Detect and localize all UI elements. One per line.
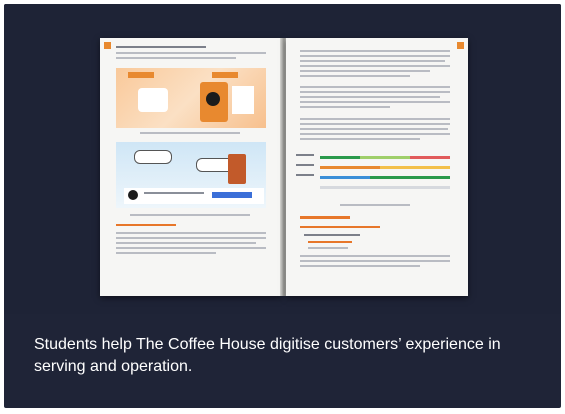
speech-bubble-1 (134, 150, 172, 164)
text-line (300, 65, 450, 67)
section-heading-line (116, 46, 206, 48)
text-line (116, 247, 266, 249)
figure-facebook-post (116, 142, 266, 208)
bullet-line (308, 241, 352, 243)
text-line (300, 55, 450, 57)
text-line (116, 252, 216, 254)
card-caption[interactable]: Students help The Coffee House digitise … (34, 334, 544, 378)
figure-caption-line (340, 204, 410, 206)
report-photo (4, 4, 561, 314)
news-card[interactable]: Students help The Coffee House digitise … (4, 4, 561, 408)
text-line (300, 91, 450, 93)
left-page (100, 38, 282, 296)
text-line (300, 260, 450, 262)
timeline-bar (410, 156, 450, 159)
text-line (300, 60, 445, 62)
text-line (300, 75, 410, 77)
logo-circle-icon (206, 92, 220, 106)
text-line (300, 96, 440, 98)
snack-card (232, 86, 254, 114)
timeline-label (296, 164, 314, 166)
text-line (116, 57, 236, 59)
figure-caption-line (140, 132, 240, 134)
text-line (300, 255, 450, 257)
text-line (300, 128, 448, 130)
subheading-line (116, 224, 176, 226)
timeline-bar (320, 166, 380, 169)
timeline-label (296, 154, 314, 156)
banner-right (212, 72, 238, 78)
text-line (300, 86, 450, 88)
banner-left (128, 72, 154, 78)
avatar (128, 190, 138, 200)
text-line (300, 118, 450, 120)
text-line (116, 232, 266, 234)
text-line (144, 192, 204, 194)
text-line (300, 265, 420, 267)
cup-illustration (228, 154, 246, 184)
right-page (286, 38, 468, 296)
text-line (300, 133, 450, 135)
phone-mockup (138, 88, 168, 112)
implementation-heading-line (300, 216, 350, 219)
page-number-badge-left (104, 42, 111, 49)
timeline-bar (380, 166, 450, 169)
open-report-book (100, 38, 468, 298)
page-number-badge-right (457, 42, 464, 49)
text-line (300, 106, 390, 108)
timeline-bar (320, 176, 370, 179)
text-line (116, 237, 266, 239)
timeline-label (296, 174, 314, 176)
like-button (212, 192, 252, 198)
text-line (300, 101, 450, 103)
figure-caption-line (130, 214, 250, 216)
timeline-bar (320, 186, 450, 189)
phase-heading-line (304, 234, 360, 236)
text-line (116, 242, 256, 244)
text-line (300, 70, 430, 72)
figure-coffee-snacks (116, 68, 266, 128)
timeline-bar (320, 156, 360, 159)
bullet-line (308, 247, 348, 249)
key-issues-heading-line (300, 226, 380, 228)
text-line (300, 123, 450, 125)
text-line (116, 52, 266, 54)
text-line (300, 50, 450, 52)
timeline-bar (370, 176, 450, 179)
text-line (300, 138, 420, 140)
timeline-figure (296, 150, 456, 200)
timeline-bar (360, 156, 410, 159)
